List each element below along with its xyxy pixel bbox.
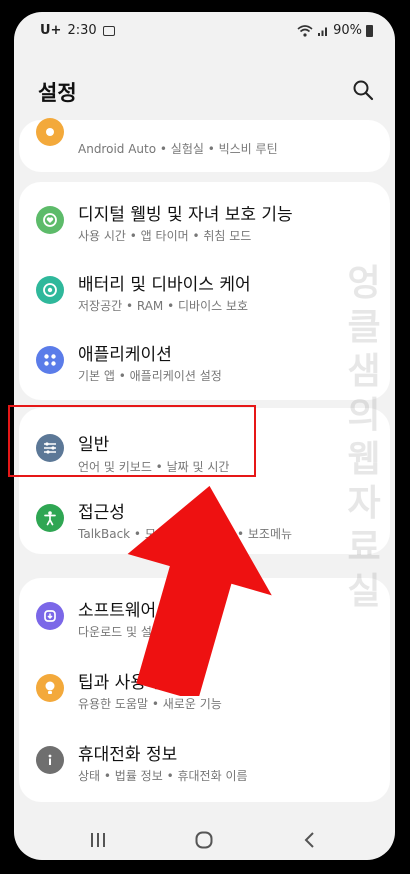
search-icon[interactable] bbox=[351, 78, 375, 102]
wellbeing-icon bbox=[36, 206, 64, 234]
list-item-digital-wellbeing[interactable]: 디지털 웰빙 및 자녀 보호 기능 사용 시간 • 앱 타이머 • 취침 모드 bbox=[19, 186, 390, 256]
list-item-applications[interactable]: 애플리케이션 기본 앱 • 애플리케이션 설정 bbox=[19, 326, 390, 396]
carrier-label: U+ bbox=[40, 23, 62, 38]
battery-percent: 90% bbox=[333, 23, 362, 38]
device-care-icon bbox=[36, 276, 64, 304]
back-icon[interactable] bbox=[298, 828, 322, 852]
wellbeing-subtitle: 사용 시간 • 앱 타이머 • 취침 모드 bbox=[78, 229, 252, 243]
watermark-text: 엉클샘의웹자료실 bbox=[347, 263, 381, 612]
phone-screen: U+ 2:30 90% 설정 Android Auto • 실험실 • 빅스비 … bbox=[14, 12, 395, 860]
battery-care-subtitle: 저장공간 • RAM • 디바이스 보호 bbox=[78, 299, 249, 313]
info-icon bbox=[36, 746, 64, 774]
advanced-features-icon bbox=[36, 118, 64, 146]
list-item-phone-info[interactable]: 휴대전화 정보 상태 • 법률 정보 • 휴대전화 이름 bbox=[19, 726, 390, 796]
wellbeing-title: 디지털 웰빙 및 자녀 보호 기능 bbox=[78, 205, 293, 225]
applications-title: 애플리케이션 bbox=[78, 345, 172, 365]
system-navigation-bar bbox=[14, 820, 395, 860]
tips-subtitle: 유용한 도움말 • 새로운 기능 bbox=[78, 697, 222, 711]
applications-subtitle: 기본 앱 • 애플리케이션 설정 bbox=[78, 369, 222, 383]
signal-icon bbox=[318, 27, 328, 36]
list-item-advanced-features[interactable]: Android Auto • 실험실 • 빅스비 루틴 bbox=[19, 102, 390, 172]
status-bar: U+ 2:30 90% bbox=[14, 12, 395, 52]
lightbulb-icon bbox=[36, 674, 64, 702]
accessibility-title: 접근성 bbox=[78, 503, 125, 523]
red-arrow-annotation bbox=[127, 486, 272, 696]
apps-grid-icon bbox=[36, 346, 64, 374]
advanced-features-subtitle: Android Auto • 실험실 • 빅스비 루틴 bbox=[78, 142, 278, 156]
settings-card-advanced: Android Auto • 실험실 • 빅스비 루틴 bbox=[19, 118, 390, 172]
battery-icon bbox=[366, 24, 373, 37]
home-icon[interactable] bbox=[192, 828, 216, 852]
list-item-general[interactable]: 일반 언어 및 키보드 • 날짜 및 시간 bbox=[19, 412, 390, 482]
recent-apps-icon[interactable] bbox=[86, 828, 110, 852]
software-update-icon bbox=[36, 602, 64, 630]
phone-info-title: 휴대전화 정보 bbox=[78, 745, 178, 765]
time-label: 2:30 bbox=[67, 23, 97, 38]
wifi-icon bbox=[297, 24, 313, 37]
sliders-icon bbox=[36, 434, 64, 462]
list-item-battery-care[interactable]: 배터리 및 디바이스 케어 저장공간 • RAM • 디바이스 보호 bbox=[19, 256, 390, 326]
phone-info-subtitle: 상태 • 법률 정보 • 휴대전화 이름 bbox=[78, 769, 248, 783]
gallery-notification-icon bbox=[102, 25, 115, 36]
general-title: 일반 bbox=[78, 435, 110, 455]
general-subtitle: 언어 및 키보드 • 날짜 및 시간 bbox=[78, 460, 230, 474]
accessibility-icon bbox=[36, 504, 64, 532]
settings-card-device: 디지털 웰빙 및 자녀 보호 기능 사용 시간 • 앱 타이머 • 취침 모드 … bbox=[19, 182, 390, 400]
battery-care-title: 배터리 및 디바이스 케어 bbox=[78, 275, 251, 295]
